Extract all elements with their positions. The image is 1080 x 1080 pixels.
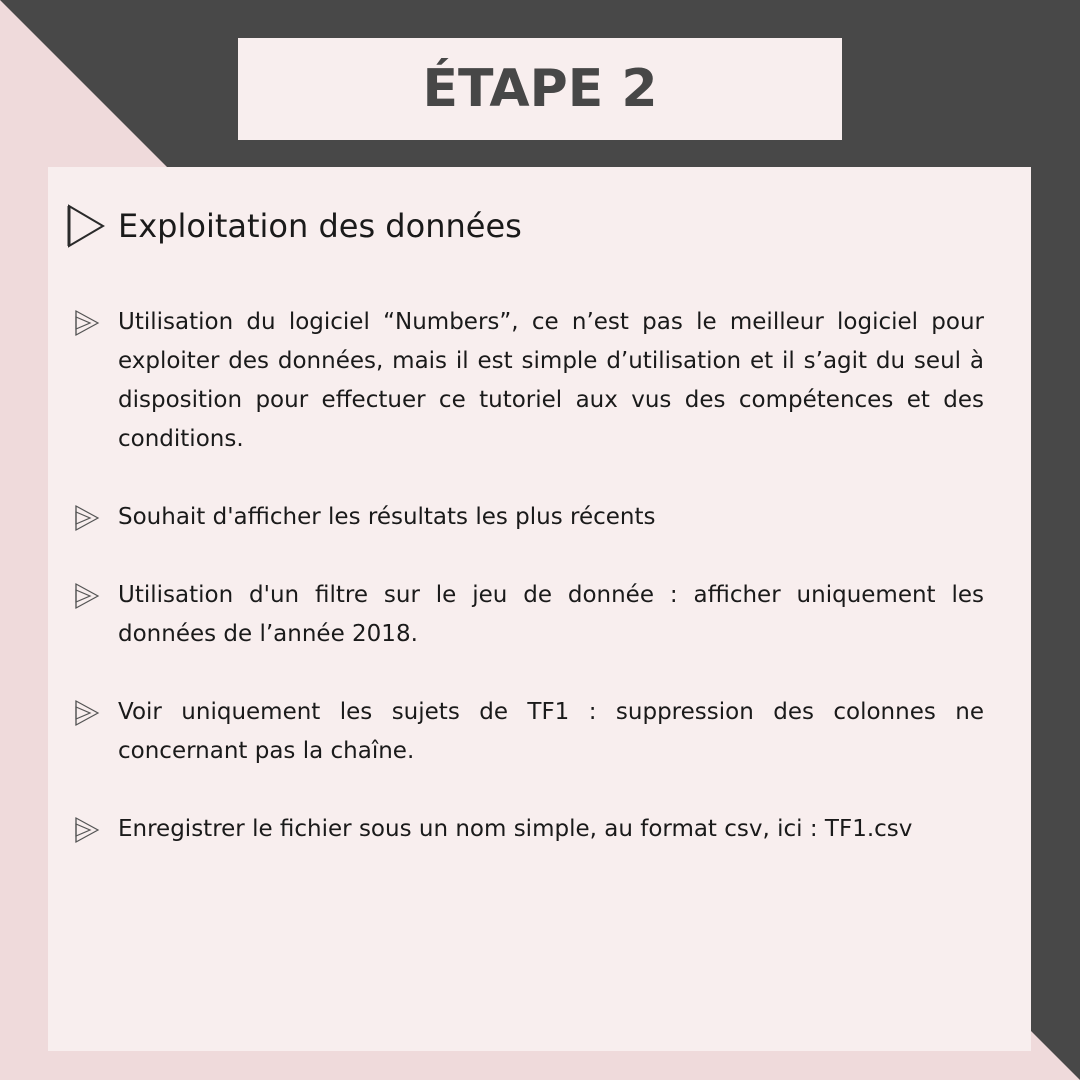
layered-triangle-icon [75, 309, 100, 337]
bullet-list: Utilisation du logiciel “Numbers”, ce n’… [74, 303, 984, 888]
play-triangle-icon [67, 204, 105, 248]
list-item: Utilisation d'un filtre sur le jeu de do… [74, 576, 984, 654]
content-card: Exploitation des données Utilisation du … [48, 167, 1031, 1051]
section-heading: Exploitation des données [66, 203, 522, 249]
list-item-text: Voir uniquement les sujets de TF1 : supp… [118, 699, 984, 764]
page-title: ÉTAPE 2 [422, 59, 658, 119]
list-item: Voir uniquement les sujets de TF1 : supp… [74, 693, 984, 771]
title-banner: ÉTAPE 2 [238, 38, 842, 140]
list-item-text: Utilisation d'un filtre sur le jeu de do… [118, 582, 984, 647]
list-item-text: Souhait d'afficher les résultats les plu… [118, 504, 656, 530]
list-item-text: Utilisation du logiciel “Numbers”, ce n’… [118, 309, 984, 452]
layered-triangle-icon [75, 504, 100, 532]
layered-triangle-icon [75, 582, 100, 610]
list-item: Enregistrer le fichier sous un nom simpl… [74, 810, 984, 849]
layered-triangle-icon [75, 699, 100, 727]
list-item: Utilisation du logiciel “Numbers”, ce n’… [74, 303, 984, 459]
list-item-text: Enregistrer le fichier sous un nom simpl… [118, 816, 913, 842]
layered-triangle-icon [75, 816, 100, 844]
section-heading-text: Exploitation des données [118, 207, 522, 245]
list-item: Souhait d'afficher les résultats les plu… [74, 498, 984, 537]
